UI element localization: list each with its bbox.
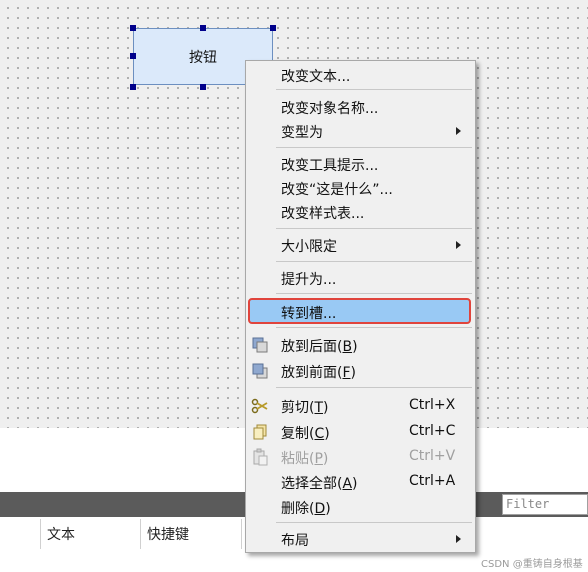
- menu-separator: [276, 387, 472, 388]
- menu-item-copy[interactable]: 复制(C) Ctrl+C: [246, 420, 475, 444]
- menu-item-promote-to[interactable]: 提升为...: [246, 266, 475, 290]
- menu-separator: [276, 522, 472, 523]
- menu-separator: [276, 89, 472, 90]
- menu-separator: [276, 228, 472, 229]
- copy-icon: [253, 424, 267, 440]
- resize-handle-middle-left[interactable]: [130, 53, 136, 59]
- menu-item-change-text[interactable]: 改变文本...: [246, 63, 475, 87]
- menu-item-select-all[interactable]: 选择全部(A) Ctrl+A: [246, 470, 475, 494]
- context-menu: 改变文本... 改变对象名称... 变型为 改变工具提示... 改变“这是什么”…: [245, 60, 476, 553]
- resize-handle-top-right[interactable]: [270, 25, 276, 31]
- column-header-text[interactable]: 文本: [47, 524, 75, 544]
- menu-item-bring-to-front[interactable]: 放到前面(F): [246, 359, 475, 383]
- push-button-label: 按钮: [189, 49, 217, 66]
- menu-item-delete[interactable]: 删除(D): [246, 495, 475, 519]
- menu-item-cut[interactable]: 剪切(T) Ctrl+X: [246, 394, 475, 418]
- menu-item-go-to-slot[interactable]: 转到槽...: [246, 298, 475, 324]
- paste-icon: [253, 448, 268, 466]
- column-header-shortcut[interactable]: 快捷键: [147, 524, 189, 544]
- menu-item-change-whats-this[interactable]: 改变“这是什么”...: [246, 176, 475, 200]
- submenu-arrow-icon: [456, 127, 461, 135]
- menu-item-send-to-back[interactable]: 放到后面(B): [246, 333, 475, 357]
- menu-item-paste[interactable]: 粘贴(P) Ctrl+V: [246, 445, 475, 469]
- menu-separator: [276, 147, 472, 148]
- resize-handle-bottom-left[interactable]: [130, 84, 136, 90]
- submenu-arrow-icon: [456, 241, 461, 249]
- column-separator[interactable]: [241, 519, 242, 549]
- send-to-back-icon: [252, 337, 268, 353]
- menu-item-morph-into[interactable]: 变型为: [246, 119, 475, 143]
- menu-item-change-object-name[interactable]: 改变对象名称...: [246, 95, 475, 119]
- filter-input[interactable]: Filter: [502, 494, 588, 515]
- watermark: CSDN @重铸自身根基: [481, 559, 583, 570]
- resize-handle-bottom-center[interactable]: [200, 84, 206, 90]
- column-separator[interactable]: [140, 519, 141, 549]
- menu-item-change-tooltip[interactable]: 改变工具提示...: [246, 152, 475, 176]
- menu-item-change-stylesheet[interactable]: 改变样式表...: [246, 200, 475, 224]
- menu-item-layout[interactable]: 布局: [246, 527, 475, 551]
- menu-separator: [276, 261, 472, 262]
- column-separator[interactable]: [40, 519, 41, 549]
- menu-separator: [276, 293, 472, 294]
- resize-handle-top-center[interactable]: [200, 25, 206, 31]
- menu-item-size-constraints[interactable]: 大小限定: [246, 233, 475, 257]
- submenu-arrow-icon: [456, 535, 461, 543]
- scissors-icon: [251, 398, 268, 414]
- menu-separator: [276, 327, 472, 328]
- resize-handle-top-left[interactable]: [130, 25, 136, 31]
- bring-to-front-icon: [252, 363, 268, 379]
